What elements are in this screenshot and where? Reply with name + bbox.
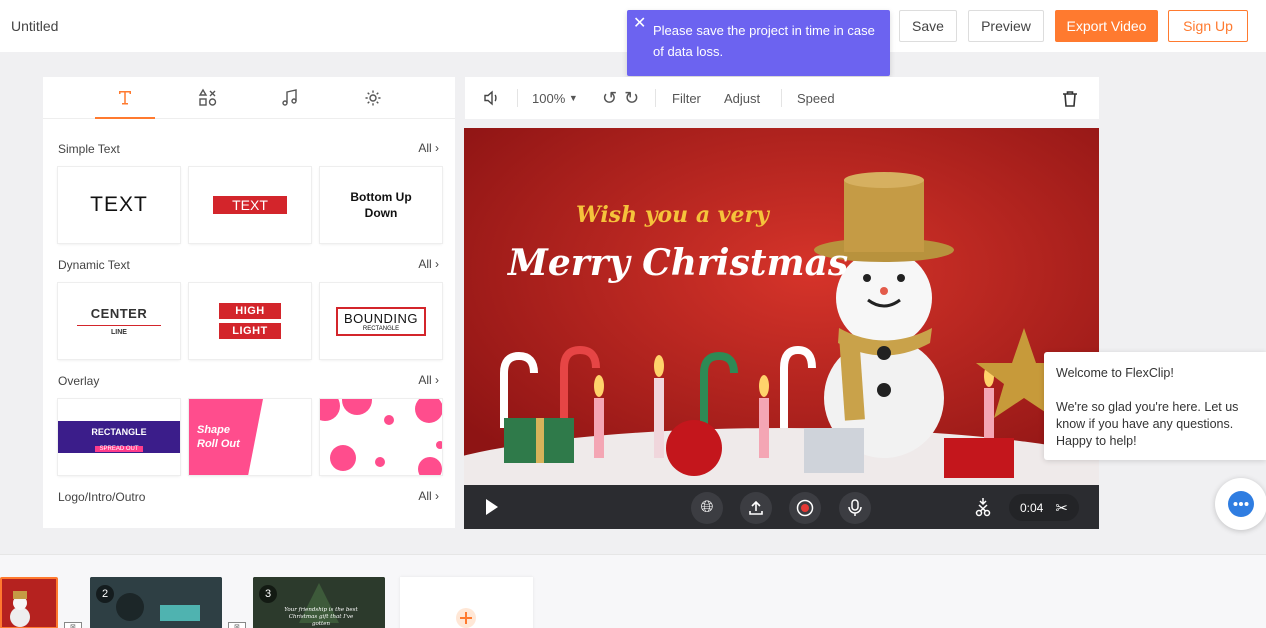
text-icon	[119, 91, 131, 105]
video-text-line2: Merry Christmas	[508, 242, 849, 284]
overlay-template-rectangle[interactable]: RECTANGLE SPREAD OUT	[58, 399, 180, 475]
save-reminder-toast: ✕ Please save the project in time in cas…	[627, 10, 890, 76]
tab-elements[interactable]	[178, 77, 238, 119]
timeline-clip-3[interactable]: 3 Your friendship is the best Christmas …	[253, 577, 385, 628]
transition-button[interactable]: ⊠	[228, 622, 246, 628]
microphone-icon	[848, 499, 862, 516]
upload-icon	[749, 500, 763, 515]
text-template-bottom-up-down[interactable]: Bottom Up Down	[320, 167, 442, 243]
overlay-all-link[interactable]: All ›	[418, 373, 439, 387]
rotate-right-button[interactable]: ↻	[624, 77, 639, 119]
chat-launcher-button[interactable]	[1215, 478, 1266, 530]
scene-timeline: 2 ⊠ 3 Your friendship is the best Christ…	[0, 554, 1266, 628]
gear-icon	[365, 90, 381, 106]
section-overlay-title: Overlay	[58, 374, 100, 388]
overlay-template-shape-roll-out[interactable]: Shape Roll Out	[189, 399, 311, 475]
section-dynamic-text-title: Dynamic Text	[58, 258, 130, 272]
globe-icon: 🌐︎	[700, 499, 714, 516]
split-icon	[975, 498, 991, 517]
text-template-plain[interactable]: TEXT	[58, 167, 180, 243]
close-icon[interactable]: ✕	[633, 13, 646, 33]
volume-button[interactable]	[483, 77, 501, 119]
time-display: 0:04 ✂	[1009, 494, 1079, 521]
adjust-button[interactable]: Adjust	[724, 77, 760, 119]
zoom-select[interactable]: 100% ▼	[532, 77, 578, 119]
chevron-right-icon: ›	[435, 257, 439, 271]
chat-welcome-message: Welcome to FlexClip! We're so glad you'r…	[1044, 352, 1266, 460]
save-button[interactable]: Save	[899, 10, 957, 42]
clip-3-caption: Your friendship is the best Christmas gi…	[284, 607, 358, 627]
add-scene-button[interactable]	[400, 577, 533, 628]
preview-button[interactable]: Preview	[968, 10, 1044, 42]
timeline-clip-1[interactable]	[0, 577, 58, 628]
simple-text-all-link[interactable]: All ›	[418, 141, 439, 155]
record-icon	[796, 499, 814, 517]
video-text-line1: Wish you a very	[576, 202, 769, 228]
christmas-scene	[464, 128, 1099, 485]
text-template-center-line[interactable]: CENTER LINE	[58, 283, 180, 359]
overlay-template-dots[interactable]	[320, 399, 442, 475]
toast-message: Please save the project in time in case …	[653, 23, 875, 59]
upload-button[interactable]	[740, 492, 772, 524]
plus-icon	[456, 608, 476, 628]
logo-intro-outro-all-link[interactable]: All ›	[418, 489, 439, 503]
scissors-icon[interactable]: ✂	[1055, 499, 1068, 517]
play-icon[interactable]	[486, 499, 498, 515]
section-logo-intro-outro-title: Logo/Intro/Outro	[58, 490, 146, 504]
speed-button[interactable]: Speed	[797, 77, 835, 119]
export-video-button[interactable]: Export Video	[1055, 10, 1158, 42]
rotate-left-icon: ↺	[602, 87, 618, 108]
tab-text[interactable]	[95, 77, 155, 119]
elements-icon	[198, 88, 217, 106]
section-simple-text-title: Simple Text	[58, 142, 120, 156]
rotate-left-button[interactable]: ↺	[602, 77, 617, 119]
caret-down-icon: ▼	[568, 93, 578, 103]
chevron-right-icon: ›	[435, 373, 439, 387]
clip-number: 2	[96, 585, 114, 603]
microphone-button[interactable]	[839, 492, 871, 524]
filter-button[interactable]: Filter	[672, 77, 701, 119]
dynamic-text-all-link[interactable]: All ›	[418, 257, 439, 271]
tab-music[interactable]	[260, 77, 320, 119]
sign-up-button[interactable]: Sign Up	[1168, 10, 1248, 42]
split-button[interactable]	[974, 497, 992, 522]
project-title[interactable]: Untitled	[11, 18, 58, 34]
rotate-right-icon: ↻	[624, 87, 640, 108]
chevron-right-icon: ›	[435, 489, 439, 503]
globe-button[interactable]: 🌐︎	[691, 492, 723, 524]
text-template-bounding-rectangle[interactable]: BOUNDING RECTANGLE	[320, 283, 442, 359]
video-preview[interactable]: Wish you a very Merry Christmas	[464, 128, 1099, 485]
delete-button[interactable]	[1062, 77, 1078, 119]
music-icon	[282, 89, 297, 106]
tab-settings[interactable]	[343, 77, 403, 119]
transition-button[interactable]: ⊠	[64, 622, 82, 628]
text-template-redbar[interactable]: TEXT	[189, 167, 311, 243]
trash-icon	[1063, 90, 1077, 107]
timeline-clip-2[interactable]: 2	[90, 577, 222, 628]
text-template-highlight[interactable]: HIGH LIGHT	[189, 283, 311, 359]
player-toolbar: 100% ▼ ↺ ↻ Filter Adjust Speed	[465, 77, 1099, 119]
clip-number: 3	[259, 585, 277, 603]
record-button[interactable]	[789, 492, 821, 524]
speaker-icon	[484, 90, 497, 106]
chat-icon	[1228, 491, 1254, 517]
text-panel: Simple Text All › TEXT TEXT Bottom Up Dow…	[43, 77, 455, 528]
player-controls: 🌐︎ 0:04 ✂	[464, 485, 1099, 529]
chevron-right-icon: ›	[435, 141, 439, 155]
panel-tabs	[43, 77, 455, 119]
